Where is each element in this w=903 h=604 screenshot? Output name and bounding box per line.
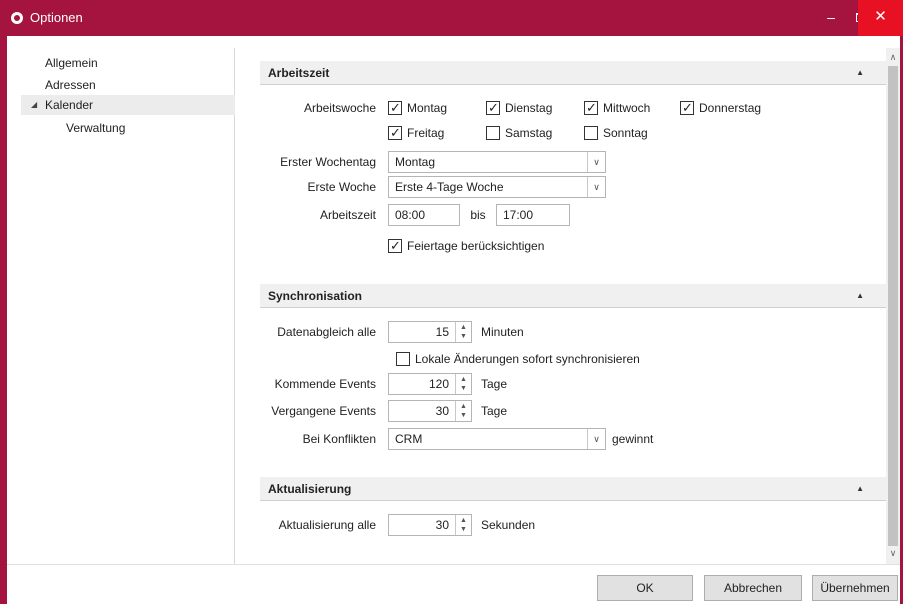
checkbox-box[interactable] — [680, 99, 694, 117]
nav-item-allgemein[interactable]: Allgemein — [21, 53, 235, 73]
section-title: Aktualisierung — [268, 482, 352, 496]
select-value: Erste 4-Tage Woche — [395, 180, 504, 194]
checkbox-lokale-aenderungen[interactable]: Lokale Änderungen sofort synchronisieren — [396, 350, 686, 368]
scroll-thumb[interactable] — [888, 66, 898, 546]
kommende-events-stepper[interactable]: 120 ▲ ▼ — [388, 373, 472, 395]
aktualisierung-stepper[interactable]: 30 ▲ ▼ — [388, 514, 472, 536]
section-header-aktualisierung[interactable]: Aktualisierung ▲ — [260, 477, 886, 501]
stepper-value: 30 — [435, 518, 449, 532]
checkbox-feiertage[interactable]: Feiertage berücksichtigen — [388, 237, 588, 255]
erste-woche-select[interactable]: Erste 4-Tage Woche ∨ — [388, 176, 606, 198]
nav-item-kalender[interactable]: ◢ Kalender — [21, 95, 235, 115]
nav-item-label: Adressen — [45, 78, 96, 92]
collapse-icon[interactable]: ▲ — [856, 284, 864, 308]
kommende-events-label: Kommende Events — [274, 377, 376, 391]
checkbox-label: Freitag — [407, 126, 445, 140]
stepper-value: 15 — [435, 325, 449, 339]
checkbox-box[interactable] — [396, 352, 410, 366]
section-title: Arbeitszeit — [268, 66, 330, 80]
tage-unit: Tage — [481, 404, 508, 418]
section-header-synchronisation[interactable]: Synchronisation ▲ — [260, 284, 886, 308]
nav-tree: Allgemein Adressen ◢ Kalender Verwaltung — [21, 48, 235, 564]
stepper-arrows-icon[interactable]: ▲ ▼ — [455, 374, 471, 394]
checkbox-box[interactable] — [388, 99, 402, 117]
vergangene-events-label: Vergangene Events — [271, 404, 376, 418]
checkbox-label: Mittwoch — [603, 101, 651, 115]
checkbox-box[interactable] — [584, 99, 598, 117]
checkbox-freitag[interactable]: Freitag — [388, 124, 478, 142]
minuten-unit: Minuten — [481, 325, 524, 339]
minimize-button[interactable]: – — [816, 0, 846, 36]
aktualisierung-label: Aktualisierung alle — [278, 518, 376, 532]
title-bar: Optionen – ✕ — [0, 0, 903, 36]
checkbox-montag[interactable]: Montag — [388, 99, 478, 117]
tage-unit: Tage — [481, 377, 508, 391]
window-title: Optionen — [30, 10, 83, 25]
nav-item-verwaltung[interactable]: Verwaltung — [21, 118, 235, 138]
scroll-down-icon[interactable]: ∨ — [886, 548, 900, 559]
checkbox-donnerstag[interactable]: Donnerstag — [680, 99, 780, 117]
checkbox-label: Sonntag — [603, 126, 648, 140]
stepper-arrows-icon[interactable]: ▲ ▼ — [455, 322, 471, 342]
arbeitswoche-label: Arbeitswoche — [303, 101, 376, 115]
stepper-arrows-icon[interactable]: ▲ ▼ — [455, 401, 471, 421]
checkbox-samstag[interactable]: Samstag — [486, 124, 576, 142]
window-border-left — [0, 36, 7, 604]
options-panel: Arbeitszeit ▲ Arbeitswoche Montag Dienst… — [236, 48, 886, 564]
collapse-icon[interactable]: ▲ — [856, 61, 864, 85]
checkbox-box[interactable] — [486, 99, 500, 117]
konflikte-select[interactable]: CRM ∨ — [388, 428, 606, 450]
checkbox-label: Feiertage berücksichtigen — [407, 239, 545, 253]
ok-button[interactable]: OK — [597, 575, 693, 601]
checkbox-sonntag[interactable]: Sonntag — [584, 124, 674, 142]
stepper-value: 30 — [435, 404, 449, 418]
select-value: Montag — [395, 155, 436, 169]
nav-item-label: Allgemein — [45, 56, 98, 70]
konflikte-label: Bei Konflikten — [302, 432, 376, 446]
arbeitszeit-bis-input[interactable]: 17:00 — [496, 204, 570, 226]
vergangene-events-stepper[interactable]: 30 ▲ ▼ — [388, 400, 472, 422]
collapse-icon[interactable]: ▲ — [856, 477, 864, 501]
stepper-arrows-icon[interactable]: ▲ ▼ — [455, 515, 471, 535]
erster-wochentag-label: Erster Wochentag — [280, 155, 376, 169]
vertical-scrollbar[interactable]: ∧ ∨ — [886, 48, 900, 564]
bis-label: bis — [470, 208, 486, 222]
datenabgleich-stepper[interactable]: 15 ▲ ▼ — [388, 321, 472, 343]
arbeitszeit-von-input[interactable]: 08:00 — [388, 204, 460, 226]
section-title: Synchronisation — [268, 289, 363, 303]
chevron-down-icon[interactable]: ∨ — [587, 152, 605, 172]
gewinnt-label: gewinnt — [612, 432, 654, 446]
checkbox-box[interactable] — [584, 126, 598, 140]
arbeitszeit-label: Arbeitszeit — [319, 208, 376, 222]
erster-wochentag-select[interactable]: Montag ∨ — [388, 151, 606, 173]
nav-item-label: Verwaltung — [66, 121, 126, 135]
nav-item-adressen[interactable]: Adressen — [21, 75, 235, 95]
close-button[interactable]: ✕ — [858, 0, 903, 36]
checkbox-label: Montag — [407, 101, 448, 115]
checkbox-label: Samstag — [505, 126, 553, 140]
checkbox-label: Dienstag — [505, 101, 553, 115]
cancel-button[interactable]: Abbrechen — [704, 575, 802, 601]
chevron-down-icon[interactable]: ∨ — [587, 429, 605, 449]
apply-button[interactable]: Übernehmen — [812, 575, 898, 601]
app-icon — [11, 12, 23, 24]
checkbox-box[interactable] — [486, 126, 500, 140]
sekunden-unit: Sekunden — [481, 518, 536, 532]
checkbox-label: Donnerstag — [699, 101, 762, 115]
chevron-down-icon[interactable]: ∨ — [587, 177, 605, 197]
datenabgleich-label: Datenabgleich alle — [277, 325, 376, 339]
checkbox-box[interactable] — [388, 124, 402, 142]
nav-item-label: Kalender — [45, 98, 94, 112]
checkbox-box[interactable] — [388, 237, 402, 255]
checkbox-label: Lokale Änderungen sofort synchronisieren — [415, 352, 640, 366]
checkbox-mittwoch[interactable]: Mittwoch — [584, 99, 674, 117]
expand-triangle-icon[interactable]: ◢ — [31, 95, 37, 115]
erste-woche-label: Erste Woche — [307, 180, 376, 194]
checkbox-dienstag[interactable]: Dienstag — [486, 99, 576, 117]
scroll-up-icon[interactable]: ∧ — [886, 52, 900, 63]
stepper-value: 120 — [428, 377, 449, 391]
section-header-arbeitszeit[interactable]: Arbeitszeit ▲ — [260, 61, 886, 85]
select-value: CRM — [395, 432, 423, 446]
